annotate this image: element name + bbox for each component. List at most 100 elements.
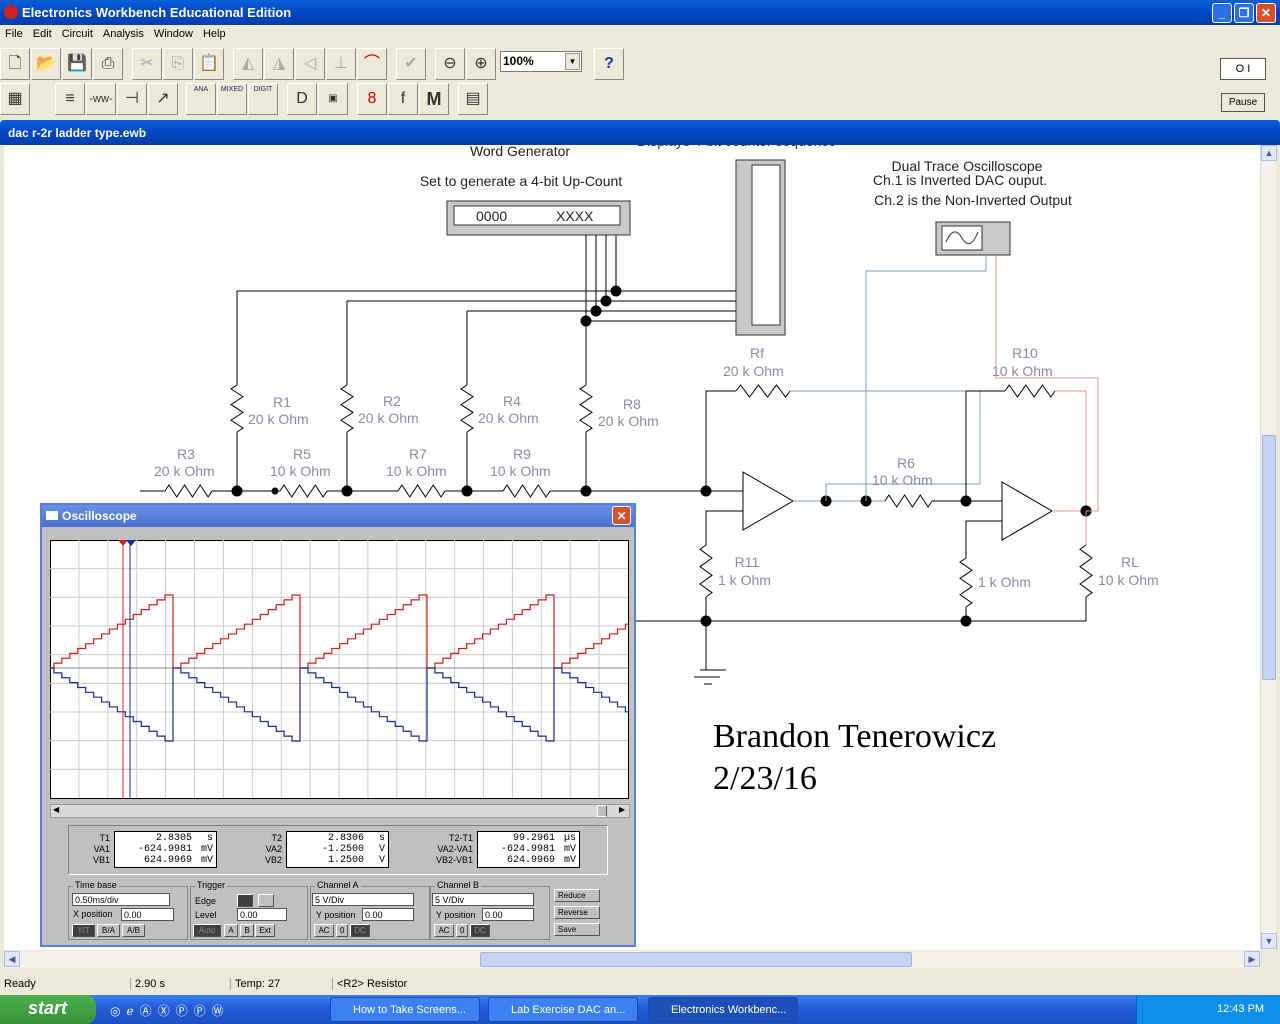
resistor-symbol (884, 494, 933, 508)
system-tray: 12:43 PM (1136, 995, 1280, 1024)
resistor-value: 20 k Ohm (154, 463, 215, 479)
time-scroll-thumb[interactable] (597, 805, 607, 817)
resistor-symbol (230, 384, 244, 433)
resistor-value: 10 k Ohm (872, 472, 933, 488)
wire (705, 510, 743, 545)
resistor-name: R9 (513, 446, 531, 462)
oscilloscope-title-bar: Oscilloscope ✕ (42, 505, 634, 527)
readout-value-t1: 2.8305 (155, 833, 192, 844)
save-button[interactable]: Save (554, 923, 600, 936)
oscilloscope-window-title: Oscilloscope (62, 509, 137, 523)
resistor-symbol (397, 484, 446, 498)
status-selection: <R2> Resistor (332, 978, 407, 990)
horizontal-scroll-thumb[interactable] (480, 952, 912, 967)
readout-label-dt: T2-T1 (448, 833, 473, 843)
x-position-field[interactable]: 0.00 (121, 908, 174, 921)
readout-value-t2: 2.8306 (327, 833, 364, 844)
readout-unit-dt: µs (563, 833, 576, 844)
resistor-symbol (699, 544, 713, 598)
timebase-select[interactable]: 0.50ms/div (72, 893, 170, 906)
trigger-title: Trigger (195, 880, 228, 890)
scroll-right-icon[interactable]: ▶ (619, 805, 625, 814)
author-name: Brandon Tenerowicz (713, 718, 996, 755)
channel_b-ypos-label: Y position (436, 910, 476, 920)
vertical-scroll-thumb[interactable] (1262, 435, 1276, 680)
junction-dot (271, 487, 279, 495)
channel-a-ypos-field[interactable]: 0.00 (362, 908, 414, 921)
resistor-name: R11 (735, 554, 760, 570)
resistor-value: 20 k Ohm (478, 410, 539, 426)
oscilloscope-time-scrollbar[interactable]: ◀ ▶ (50, 804, 630, 818)
readout-box: 2.8306 s -1.2500 V 1.2500 V (286, 831, 389, 868)
falling-edge-button[interactable] (258, 894, 274, 907)
channel_a-coupling-0-button[interactable]: 0 (336, 924, 348, 937)
channel_a-coupling-ac-button[interactable]: AC (314, 924, 334, 937)
trigger-ext-button[interactable]: Ext (255, 924, 275, 937)
scroll-left-icon[interactable]: ◀ (4, 951, 20, 967)
wire (865, 255, 987, 501)
trigger-b-button[interactable]: B (240, 924, 254, 937)
resistor-value: 20 k Ohm (248, 411, 309, 427)
clock: 12:43 PM (1217, 1003, 1265, 1015)
opamp-1 (742, 471, 794, 531)
rising-edge-button[interactable] (237, 894, 253, 907)
channel_b-coupling-ac-button[interactable]: AC (434, 924, 454, 937)
oscilloscope-instrument[interactable] (935, 221, 1011, 256)
resistor-symbol (279, 484, 328, 498)
readout-unit-t2: s (378, 833, 385, 844)
start-button[interactable]: start (0, 995, 96, 1024)
readout-unit-dvb: mV (563, 855, 576, 866)
resistor-value: 1 k Ohm (718, 572, 771, 588)
taskbar: start ◎ℯⒶⓍⓅⓅⓌ How to Take Screens... Lab… (0, 995, 1280, 1024)
channel_a-coupling-dc-button[interactable]: DC (350, 924, 370, 937)
reverse-button[interactable]: Reverse (554, 906, 600, 919)
resistor-name: R10 (1012, 345, 1038, 361)
trigger-a-button[interactable]: A (224, 924, 238, 937)
resistor-value: 10 k Ohm (1098, 572, 1159, 588)
resistor-symbol (959, 557, 973, 608)
horizontal-scrollbar[interactable]: ◀ ▶ (4, 951, 1260, 968)
channel-a-scale-select[interactable]: 5 V/Div (312, 893, 414, 906)
channel_a-ypos-label: Y position (316, 910, 356, 920)
trigger-level-field[interactable]: 0.00 (237, 908, 287, 921)
vertical-scrollbar[interactable]: ▲ ▼ (1260, 145, 1277, 950)
reduce-button[interactable]: Reduce (554, 889, 600, 902)
date-text: 2/23/16 (713, 760, 817, 797)
channel_b-coupling-0-button[interactable]: 0 (456, 924, 468, 937)
word-generator[interactable]: 0000 XXXX (446, 200, 631, 236)
readout-label-vb1: VB1 (92, 855, 110, 865)
resistor-name: R4 (503, 393, 521, 409)
oscilloscope-close-button[interactable]: ✕ (612, 506, 631, 525)
readout-label-va1: VA1 (93, 844, 110, 854)
resistor-name: R6 (897, 455, 915, 471)
resistor-value: 1 k Ohm (978, 574, 1031, 590)
readout-value-vb1: 624.9969 (143, 855, 192, 866)
level-label: Level (195, 910, 217, 920)
mode-ba-button[interactable]: B/A (97, 924, 120, 937)
mode-yt-button[interactable]: Y/T (72, 924, 95, 937)
channel_b-coupling-dc-button[interactable]: DC (470, 924, 490, 937)
resistor-name: R3 (177, 446, 195, 462)
junction-dot (600, 295, 612, 307)
task-how-to-take-screenshots[interactable]: How to Take Screens... (330, 997, 480, 1022)
window-icon (46, 511, 58, 520)
wire (995, 255, 1099, 512)
logic-analyzer[interactable] (735, 159, 786, 336)
scroll-down-icon[interactable]: ▼ (1261, 933, 1277, 949)
readout-unit-vb2: V (378, 855, 385, 866)
scroll-left-icon[interactable]: ◀ (53, 805, 59, 814)
quick-launch-icons[interactable]: ◎ℯⒶⓍⓅⓅⓌ (110, 1002, 230, 1019)
trigger-auto-button[interactable]: Auto (193, 924, 221, 937)
resistor-name: Rf (750, 345, 764, 361)
mode-ab-button[interactable]: A/B (122, 924, 145, 937)
resistor-symbol (735, 384, 791, 398)
scroll-right-icon[interactable]: ▶ (1244, 951, 1260, 967)
resistor-name: R8 (623, 396, 641, 412)
channel-b-scale-select[interactable]: 5 V/Div (432, 893, 534, 906)
resistor-name: R2 (383, 393, 401, 409)
channel-b-ypos-field[interactable]: 0.00 (482, 908, 534, 921)
task-electronics-workbench[interactable]: Electronics Workbenc... (648, 997, 798, 1022)
task-lab-exercise[interactable]: Lab Exercise DAC an... (488, 997, 638, 1022)
scroll-up-icon[interactable]: ▲ (1261, 145, 1277, 161)
opamp-2 (1001, 481, 1053, 541)
